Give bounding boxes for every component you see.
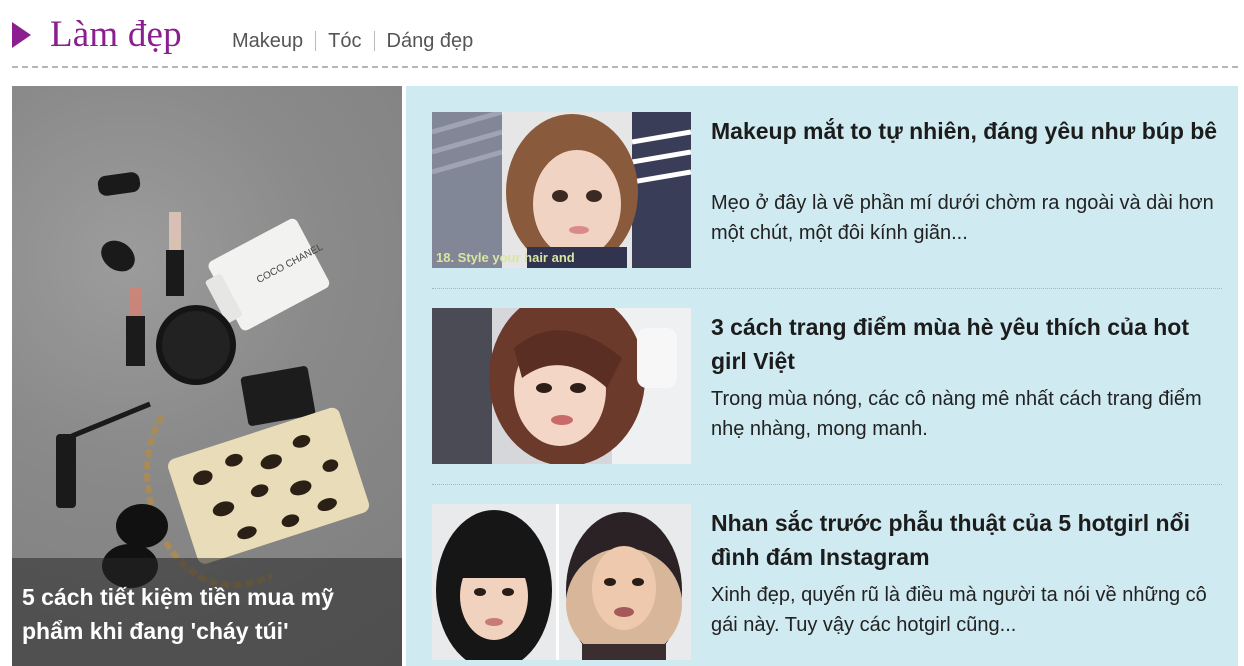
nav-item-dang-dep[interactable]: Dáng đẹp xyxy=(387,29,474,53)
nav-item-makeup[interactable]: Makeup xyxy=(232,29,303,53)
article-divider xyxy=(432,288,1222,289)
featured-article[interactable]: COCO CHANEL 5 cách tiết kiệm tiền mua mỹ… xyxy=(12,86,402,666)
featured-title[interactable]: 5 cách tiết kiệm tiền mua mỹ phẩm khi đa… xyxy=(22,580,392,648)
section-arrow-icon xyxy=(12,22,31,48)
article-description: Trong mùa nóng, các cô nàng mê nhất cách… xyxy=(711,388,1202,440)
article-title[interactable]: 3 cách trang điểm mùa hè yêu thích của h… xyxy=(711,310,1226,378)
nav-separator xyxy=(315,31,317,51)
article-thumbnail[interactable]: 18. Style your hair and xyxy=(432,112,691,268)
article-description: Mẹo ở đây là vẽ phần mí dưới chờm ra ngo… xyxy=(711,192,1214,244)
article-divider xyxy=(432,484,1222,485)
article-list: 18. Style your hair and Makeup mắt to tự… xyxy=(406,86,1238,666)
subcategory-nav: Makeup Tóc Dáng đẹp xyxy=(232,29,473,53)
list-item[interactable]: 18. Style your hair and Makeup mắt to tự… xyxy=(432,112,1222,272)
article-thumbnail[interactable] xyxy=(432,504,691,660)
nav-separator xyxy=(373,31,375,51)
header-divider xyxy=(12,66,1238,68)
article-thumbnail[interactable] xyxy=(432,308,691,464)
article-description: Xinh đẹp, quyến rũ là điều mà người ta n… xyxy=(711,584,1207,636)
list-item[interactable]: Nhan sắc trước phẫu thuật của 5 hotgirl … xyxy=(432,504,1222,664)
article-title[interactable]: Nhan sắc trước phẫu thuật của 5 hotgirl … xyxy=(711,506,1226,574)
section-title[interactable]: Làm đẹp xyxy=(50,13,182,57)
section-header: Làm đẹp Makeup Tóc Dáng đẹp xyxy=(0,0,1244,70)
thumbnail-caption: 18. Style your hair and xyxy=(436,250,575,265)
list-item[interactable]: 3 cách trang điểm mùa hè yêu thích của h… xyxy=(432,308,1222,468)
nav-item-toc[interactable]: Tóc xyxy=(328,29,361,53)
article-title[interactable]: Makeup mắt to tự nhiên, đáng yêu như búp… xyxy=(711,114,1226,148)
